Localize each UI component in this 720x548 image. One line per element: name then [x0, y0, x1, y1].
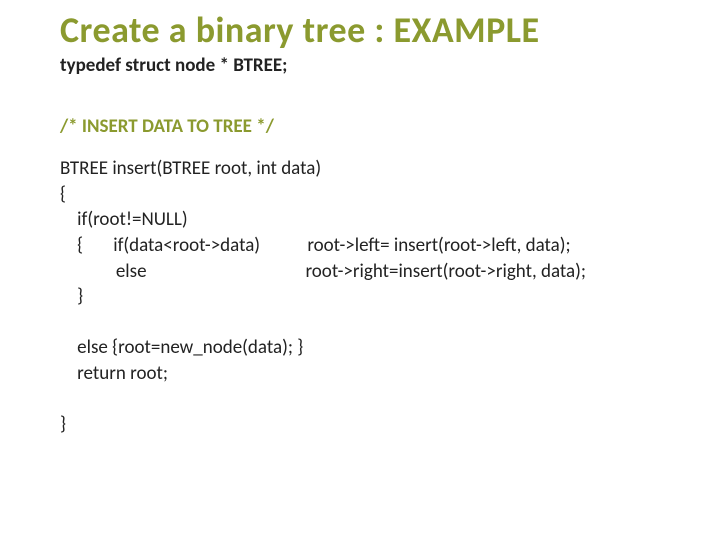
slide-title: Create a binary tree : EXAMPLE: [60, 8, 720, 52]
typedef-line: typedef struct node * BTREE;: [60, 54, 720, 77]
code-comment: /* INSERT DATA TO TREE */: [60, 115, 720, 138]
code-block: BTREE insert(BTREE root, int data) { if(…: [60, 156, 720, 438]
